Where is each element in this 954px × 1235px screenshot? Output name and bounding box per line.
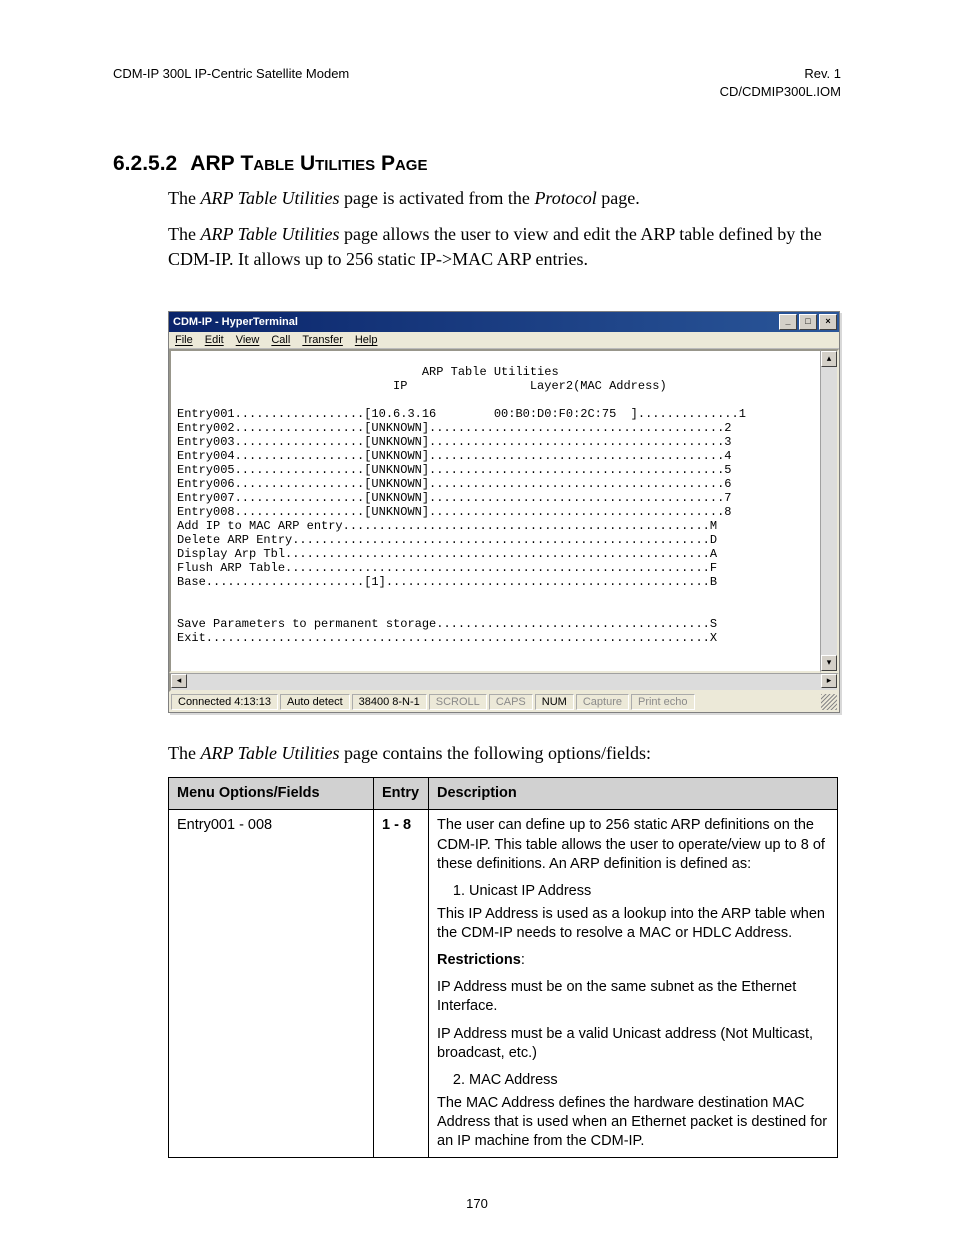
menu-view[interactable]: View	[236, 334, 260, 346]
cell-menu: Entry001 - 008	[169, 810, 374, 1158]
cell-desc: The user can define up to 256 static ARP…	[429, 810, 838, 1158]
window-titlebar[interactable]: CDM-IP - HyperTerminal _ □ ×	[169, 312, 839, 332]
list-item: Unicast IP Address	[469, 882, 829, 901]
menu-help[interactable]: Help	[355, 334, 378, 346]
menu-transfer[interactable]: Transfer	[302, 334, 343, 346]
resize-grip-icon[interactable]	[821, 694, 837, 710]
options-table: Menu Options/Fields Entry Description En…	[168, 777, 838, 1158]
minimize-button[interactable]: _	[779, 314, 797, 330]
header-rev: Rev. 1	[720, 65, 841, 83]
header-doc: CD/CDMIP300L.IOM	[720, 83, 841, 101]
section-arp: ARP	[190, 152, 234, 175]
status-connected: Connected 4:13:13	[171, 694, 278, 710]
status-num: NUM	[535, 694, 574, 710]
th-entry: Entry	[374, 778, 429, 810]
horizontal-scrollbar[interactable]: ◂ ▸	[169, 673, 839, 692]
maximize-button[interactable]: □	[799, 314, 817, 330]
menu-file[interactable]: File	[175, 334, 193, 346]
status-caps: CAPS	[489, 694, 533, 710]
status-scroll: SCROLL	[429, 694, 487, 710]
hyperterminal-window: CDM-IP - HyperTerminal _ □ × File Edit V…	[168, 311, 840, 713]
window-title: CDM-IP - HyperTerminal	[173, 316, 298, 328]
scroll-down-icon[interactable]: ▾	[821, 655, 837, 671]
status-capture: Capture	[576, 694, 629, 710]
para-1: The ARP Table Utilities page is activate…	[113, 186, 841, 210]
scroll-right-icon[interactable]: ▸	[821, 674, 837, 688]
th-desc: Description	[429, 778, 838, 810]
page-number: 170	[0, 1196, 954, 1211]
scroll-up-icon[interactable]: ▴	[821, 351, 837, 367]
table-row: Entry001 - 008 1 - 8 The user can define…	[169, 810, 838, 1158]
section-number: 6.2.5.2	[113, 152, 177, 175]
section-rest: Table Utilities Page	[235, 152, 428, 175]
status-baud: 38400 8-N-1	[352, 694, 427, 710]
menu-call[interactable]: Call	[271, 334, 290, 346]
header-left: CDM-IP 300L IP-Centric Satellite Modem	[113, 65, 349, 100]
scroll-left-icon[interactable]: ◂	[171, 674, 187, 688]
menu-edit[interactable]: Edit	[205, 334, 224, 346]
cell-entry: 1 - 8	[374, 810, 429, 1158]
status-autodetect: Auto detect	[280, 694, 350, 710]
section-heading: 6.2.5.2 ARP Table Utilities Page	[113, 152, 841, 176]
close-button[interactable]: ×	[819, 314, 837, 330]
page-header: CDM-IP 300L IP-Centric Satellite Modem R…	[113, 65, 841, 100]
para-after: The ARP Table Utilities page contains th…	[113, 741, 841, 765]
status-bar: Connected 4:13:13 Auto detect 38400 8-N-…	[169, 692, 839, 712]
status-printecho: Print echo	[631, 694, 695, 710]
para-2: The ARP Table Utilities page allows the …	[113, 222, 841, 271]
list-item: MAC Address	[469, 1071, 829, 1090]
vertical-scrollbar[interactable]: ▴ ▾	[820, 349, 839, 673]
menu-bar: File Edit View Call Transfer Help	[169, 332, 839, 349]
terminal-area[interactable]: ARP Table Utilities IP Layer2(MAC Addres…	[169, 349, 820, 673]
th-menu: Menu Options/Fields	[169, 778, 374, 810]
